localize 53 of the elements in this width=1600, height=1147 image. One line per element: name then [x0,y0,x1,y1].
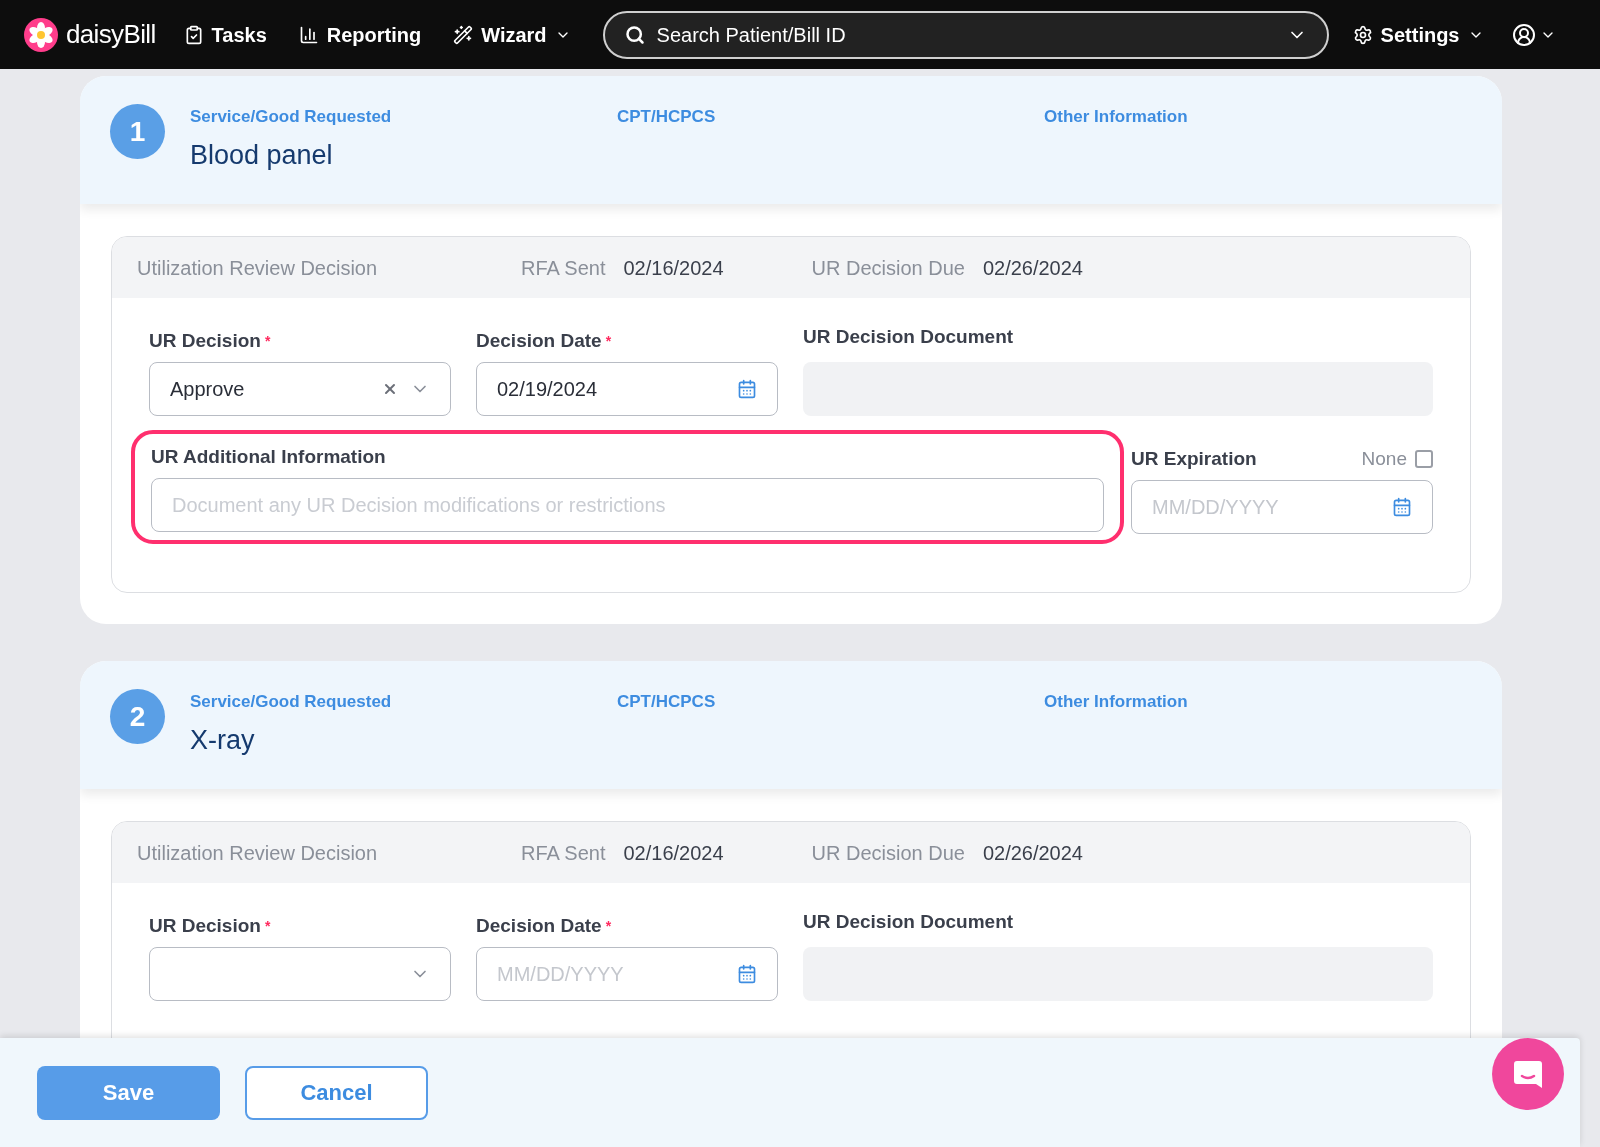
column-label: Other Information [1044,690,1188,713]
bar-chart-icon [298,24,319,45]
nav-link[interactable]: Tasks [183,19,267,50]
calendar-icon[interactable] [737,379,757,399]
field-label: Decision Date [476,913,602,938]
service-title: X-ray [190,724,256,757]
nav-link[interactable]: Reporting [298,19,422,50]
brand-name[interactable]: daisyBill [66,15,156,54]
nav-link[interactable]: Wizard [453,19,571,50]
field-label: UR Decision Document [803,909,1014,934]
settings-menu[interactable]: Settings [1352,19,1484,50]
settings-icon [1352,24,1373,45]
decision-due-date: 02/26/2024 [982,255,1083,281]
ur-decision-select[interactable]: Approve [149,362,451,416]
required-mark: * [605,334,612,348]
column-label: Other Information [1044,105,1188,128]
decision-due-label: UR Decision Due [811,255,965,281]
step-number-badge: 2 [110,689,165,744]
date-field[interactable]: 02/19/2024 [476,362,778,416]
field-label: UR Decision [149,328,261,353]
review-heading: Utilization Review Decision [137,840,379,866]
field-label: UR Expiration [1131,446,1257,471]
ur-decision-select[interactable] [149,947,451,1001]
rfa-sent-label: RFA Sent [521,840,606,866]
step-number-badge: 1 [110,104,165,159]
clear-icon[interactable] [382,381,398,397]
rfa-sent-date: 02/16/2024 [623,840,725,866]
none-label: None [1361,446,1407,471]
field-label: UR Decision [149,913,261,938]
rfa-sent-date: 02/16/2024 [623,255,725,281]
required-mark: * [605,919,612,933]
column-label: CPT/HCPCS [617,690,717,713]
flower-logo-icon [24,17,58,52]
search-icon [624,24,645,45]
review-heading: Utilization Review Decision [137,255,379,281]
wand-icon [453,24,474,45]
column-label: Service/Good Requested [190,690,393,713]
field-label: UR Decision Document [803,324,1014,349]
field-label: UR Additional Information [151,444,386,469]
none-checkbox[interactable] [1415,450,1433,468]
search-field[interactable]: Search Patient/Bill ID [602,10,1329,59]
service-title: Blood panel [190,139,334,172]
calendar-icon[interactable] [1392,497,1412,517]
required-mark: * [264,334,271,348]
rfa-sent-label: RFA Sent [521,255,606,281]
field-label: Decision Date [476,328,602,353]
user-icon [1511,22,1536,47]
column-label: CPT/HCPCS [617,105,717,128]
column-label: Service/Good Requested [190,105,393,128]
decision-due-date: 02/26/2024 [982,840,1083,866]
decision-due-label: UR Decision Due [811,840,965,866]
required-mark: * [264,919,271,933]
calendar-icon[interactable] [737,964,757,984]
